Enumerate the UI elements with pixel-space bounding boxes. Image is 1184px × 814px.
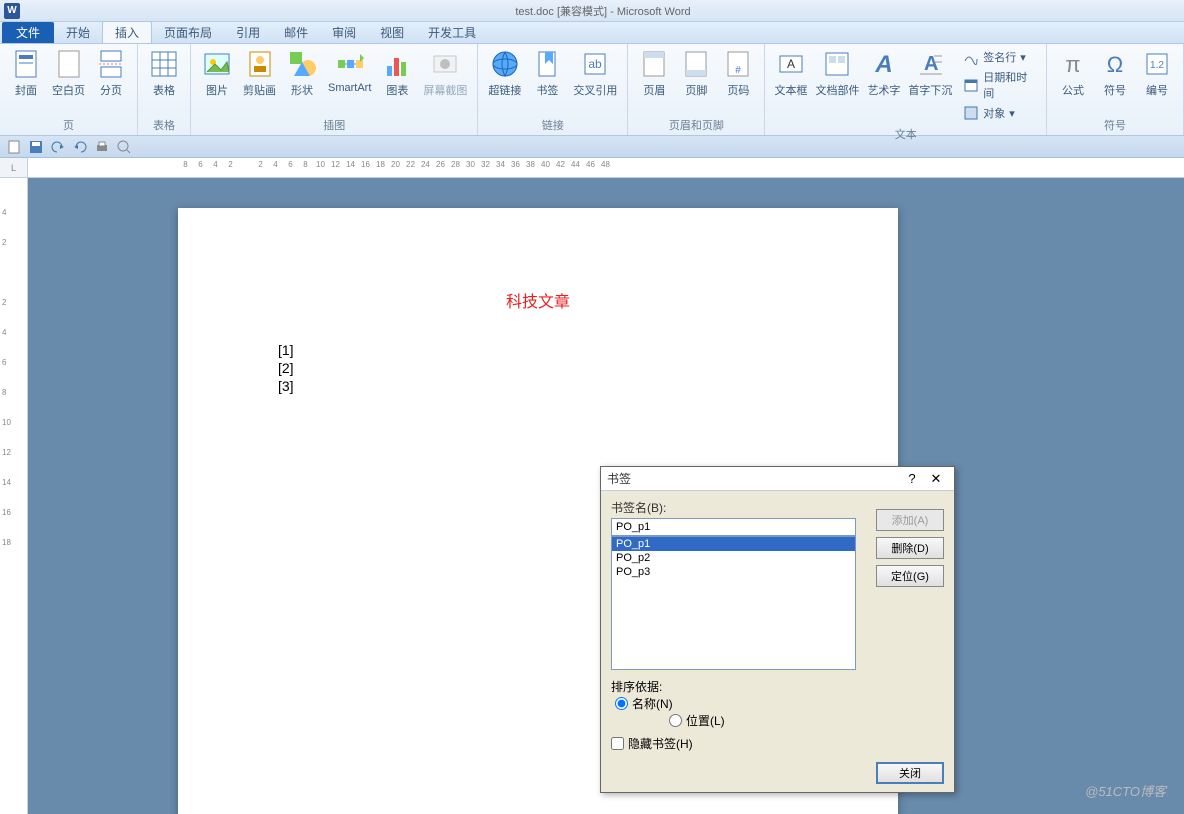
doc-line[interactable]: [3] xyxy=(278,378,798,394)
add-button[interactable]: 添加(A) xyxy=(876,509,944,531)
svg-text:1.2: 1.2 xyxy=(1150,60,1164,71)
group-header-footer: 页眉 页脚 #页码 页眉和页脚 xyxy=(628,44,765,135)
new-icon[interactable] xyxy=(6,139,22,155)
dropcap-button[interactable]: A首字下沉 xyxy=(906,46,956,100)
table-button[interactable]: 表格 xyxy=(144,46,184,100)
group-links: 超链接 书签 ab交叉引用 链接 xyxy=(478,44,628,135)
symbol-button[interactable]: Ω符号 xyxy=(1095,46,1135,100)
close-button[interactable]: 关闭 xyxy=(876,762,944,784)
smartart-button[interactable]: SmartArt xyxy=(324,46,375,96)
footer-button[interactable]: 页脚 xyxy=(676,46,716,100)
sort-position-radio[interactable] xyxy=(669,714,682,727)
tab-file[interactable]: 文件 xyxy=(2,22,54,43)
tab-references[interactable]: 引用 xyxy=(224,22,272,43)
textbox-button[interactable]: A文本框 xyxy=(771,46,810,100)
bookmark-list-item[interactable]: PO_p2 xyxy=(612,551,855,565)
goto-button[interactable]: 定位(G) xyxy=(876,565,944,587)
bookmark-list-item[interactable]: PO_p1 xyxy=(612,537,855,551)
bookmark-button[interactable]: 书签 xyxy=(527,46,567,100)
crossref-button[interactable]: ab交叉引用 xyxy=(569,46,621,100)
wordart-button[interactable]: A艺术字 xyxy=(864,46,903,100)
ribbon: 封面 空白页 分页 页 表格 表格 图片 剪贴画 形状 SmartArt 图表 … xyxy=(0,44,1184,136)
group-illustrations: 图片 剪贴画 形状 SmartArt 图表 屏幕截图 插图 xyxy=(191,44,478,135)
dialog-title: 书签 xyxy=(607,470,900,487)
group-table: 表格 表格 xyxy=(138,44,191,135)
document-area: 4224681012141618 科技文章 [1] [2] [3] xyxy=(0,178,1184,814)
object-button[interactable]: 对象 ▾ xyxy=(961,104,1036,122)
bookmark-list[interactable]: PO_p1PO_p2PO_p3 xyxy=(611,536,856,670)
word-icon: W xyxy=(4,3,20,19)
tab-view[interactable]: 视图 xyxy=(368,22,416,43)
dialog-titlebar: 书签 ? ✕ xyxy=(601,467,954,491)
window-title: test.doc [兼容模式] - Microsoft Word xyxy=(26,3,1180,19)
page-number-button[interactable]: #页码 xyxy=(718,46,758,100)
print-icon[interactable] xyxy=(94,139,110,155)
tab-dev[interactable]: 开发工具 xyxy=(416,22,488,43)
save-icon[interactable] xyxy=(28,139,44,155)
chart-button[interactable]: 图表 xyxy=(377,46,417,100)
tab-mail[interactable]: 邮件 xyxy=(272,22,320,43)
horizontal-ruler: L 86422468101214161820222426283032343638… xyxy=(0,158,1184,178)
svg-text:A: A xyxy=(874,51,892,78)
signature-button[interactable]: 签名行 ▾ xyxy=(961,48,1036,66)
tab-layout[interactable]: 页面布局 xyxy=(152,22,224,43)
vertical-ruler: 4224681012141618 xyxy=(0,178,28,814)
group-pages: 封面 空白页 分页 页 xyxy=(0,44,138,135)
group-symbols: π公式 Ω符号 1.2编号 符号 xyxy=(1047,44,1184,135)
page-break-button[interactable]: 分页 xyxy=(91,46,131,100)
quickparts-button[interactable]: 文档部件 xyxy=(813,46,863,100)
svg-text:Ω: Ω xyxy=(1107,52,1123,77)
picture-button[interactable]: 图片 xyxy=(197,46,237,100)
doc-line[interactable]: [1] xyxy=(278,342,798,358)
preview-icon[interactable] xyxy=(116,139,132,155)
dialog-close-icon[interactable]: ✕ xyxy=(924,471,948,487)
doc-line[interactable]: [2] xyxy=(278,360,798,376)
svg-text:π: π xyxy=(1065,52,1080,77)
hidden-bookmarks-checkbox[interactable] xyxy=(611,737,624,750)
number-button[interactable]: 1.2编号 xyxy=(1137,46,1177,100)
ruler-corner: L xyxy=(0,158,28,177)
tab-insert[interactable]: 插入 xyxy=(102,21,152,43)
svg-text:A: A xyxy=(787,57,795,71)
datetime-button[interactable]: 日期和时间 xyxy=(961,68,1036,102)
shapes-button[interactable]: 形状 xyxy=(282,46,322,100)
sort-label: 排序依据: xyxy=(611,680,662,694)
ribbon-tabs: 文件 开始 插入 页面布局 引用 邮件 审阅 视图 开发工具 xyxy=(0,22,1184,44)
tab-home[interactable]: 开始 xyxy=(54,22,102,43)
cover-page-button[interactable]: 封面 xyxy=(6,46,46,100)
group-text: A文本框 文档部件 A艺术字 A首字下沉 签名行 ▾ 日期和时间 对象 ▾ 文本 xyxy=(765,44,1047,135)
screenshot-button[interactable]: 屏幕截图 xyxy=(419,46,471,100)
svg-text:#: # xyxy=(736,65,742,76)
bookmark-dialog: 书签 ? ✕ 书签名(B): PO_p1PO_p2PO_p3 添加(A) 删除(… xyxy=(600,466,955,793)
equation-button[interactable]: π公式 xyxy=(1053,46,1093,100)
hyperlink-button[interactable]: 超链接 xyxy=(484,46,525,100)
clipart-button[interactable]: 剪贴画 xyxy=(239,46,280,100)
header-button[interactable]: 页眉 xyxy=(634,46,674,100)
bookmark-list-item[interactable]: PO_p3 xyxy=(612,565,855,579)
blank-page-button[interactable]: 空白页 xyxy=(48,46,89,100)
delete-button[interactable]: 删除(D) xyxy=(876,537,944,559)
dialog-help-icon[interactable]: ? xyxy=(900,471,924,486)
bookmark-name-input[interactable] xyxy=(611,518,856,536)
sort-name-radio[interactable] xyxy=(615,697,628,710)
undo-icon[interactable] xyxy=(50,139,66,155)
svg-text:ab: ab xyxy=(589,57,603,71)
doc-title[interactable]: 科技文章 xyxy=(278,288,798,312)
redo-icon[interactable] xyxy=(72,139,88,155)
tab-review[interactable]: 审阅 xyxy=(320,22,368,43)
title-bar: W test.doc [兼容模式] - Microsoft Word xyxy=(0,0,1184,22)
